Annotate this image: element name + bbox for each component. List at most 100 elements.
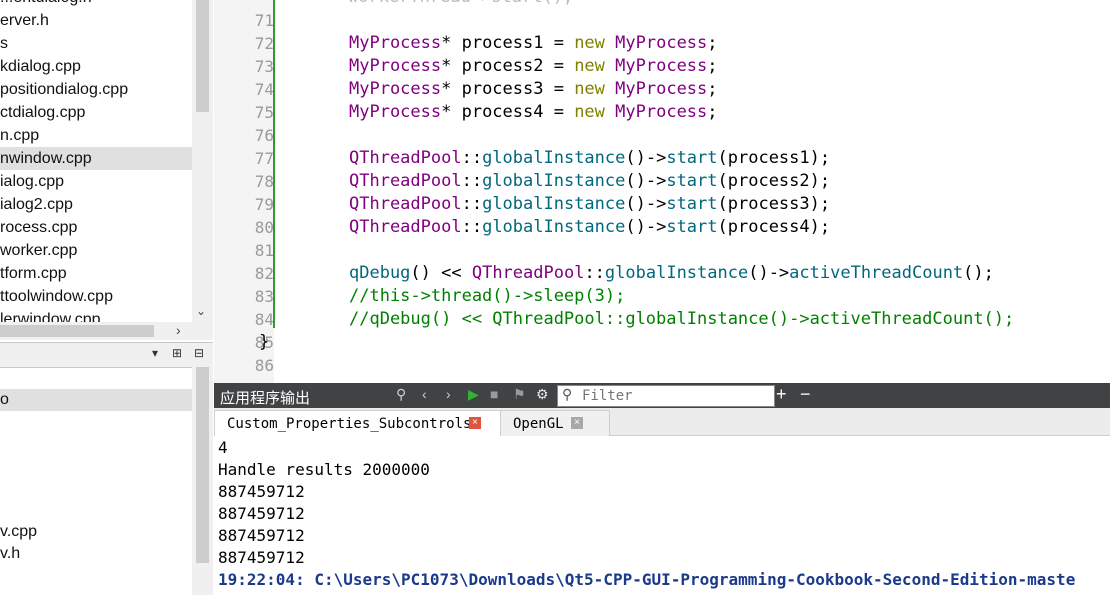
open-documents-scrollbar[interactable] [192, 367, 213, 595]
line-number: 83 [254, 287, 274, 306]
project-tree-horizontal-scrollbar[interactable]: › [0, 322, 213, 340]
output-pane-toolbar: 应用程序输出 ⚲ ‹ › ▶ ■ ⚑ ⚙ ⚲ + − [214, 383, 1110, 408]
scrollbar-thumb[interactable] [0, 325, 154, 337]
file-list-item[interactable]: v.h [0, 543, 192, 565]
code-line: MyProcess* process4 = new MyProcess; [349, 101, 718, 124]
file-list-item[interactable]: erver.h [0, 9, 192, 32]
code-token: activeThreadCount [789, 263, 964, 283]
line-number: 81 [254, 241, 274, 260]
code-token: QThreadPool [349, 148, 462, 168]
code-token: globalInstance [604, 263, 749, 283]
code-token: globalInstance [482, 148, 626, 168]
output-filter[interactable]: ⚲ [557, 385, 775, 407]
file-list-item[interactable]: ialog2.cpp [0, 193, 192, 216]
file-list-item[interactable]: lerwindow.cpp [0, 308, 192, 322]
tab-custom-properties-subcontrols[interactable]: Custom_Properties_Subcontrols × [214, 410, 502, 436]
filter-input[interactable] [580, 386, 774, 406]
code-token: QThreadPool [349, 171, 462, 191]
code-token: new [574, 79, 605, 99]
gear-icon[interactable]: ⚙ [536, 386, 549, 403]
file-list-item[interactable] [0, 411, 192, 433]
line-number: 71 [254, 11, 274, 30]
code-token: MyProcess [615, 56, 708, 76]
output-tab-bar: Custom_Properties_Subcontrols × OpenGL × [214, 408, 1110, 436]
code-token: globalInstance [482, 171, 626, 191]
code-token: * process2 = [441, 56, 575, 76]
file-list-item[interactable]: tform.cpp [0, 262, 192, 285]
project-tree-pane: ...entdialog.herver.hskdialog.cpppositio… [0, 0, 213, 595]
file-list-item[interactable]: n.cpp [0, 124, 192, 147]
split-icon[interactable]: ⊞ [172, 346, 182, 360]
scrollbar-thumb[interactable] [196, 367, 209, 563]
code-token: () << [410, 263, 472, 283]
scrollbar-thumb[interactable] [196, 0, 209, 112]
code-token: MyProcess [615, 102, 708, 122]
chevron-down-icon[interactable]: ⌄ [196, 304, 206, 318]
close-icon[interactable]: × [469, 417, 481, 429]
file-list-item[interactable]: rocess.cpp [0, 216, 192, 239]
file-list-item[interactable]: o [0, 389, 192, 411]
code-line: MyProcess* process2 = new MyProcess; [349, 55, 718, 78]
file-list-item[interactable]: positiondialog.cpp [0, 78, 192, 101]
file-list-item[interactable] [0, 367, 192, 389]
project-tree-vertical-scrollbar[interactable]: ⌄ [192, 0, 213, 322]
next-icon[interactable]: › [446, 386, 451, 402]
code-token: ()-> [625, 148, 667, 168]
run-icon[interactable]: ▶ [468, 386, 479, 403]
line-number: 80 [254, 218, 274, 237]
output-pane-title: 应用程序输出 [220, 390, 311, 407]
plus-icon[interactable]: + [776, 384, 787, 405]
code-token: QThreadPool [349, 217, 462, 237]
file-list-item[interactable] [0, 499, 192, 521]
line-number: 76 [254, 126, 274, 145]
attach-debugger-icon[interactable]: ⚑ [513, 386, 526, 403]
code-token: globalInstance [482, 217, 626, 237]
file-list-item[interactable] [0, 433, 192, 455]
clean-icon[interactable]: ⚲ [396, 386, 406, 403]
code-line: //this->thread()->sleep(3); [349, 285, 625, 308]
chevron-right-icon[interactable]: › [176, 322, 181, 338]
minus-icon[interactable]: − [800, 384, 811, 405]
dropdown-arrow-icon[interactable]: ▾ [152, 346, 158, 360]
code-token: start [666, 171, 718, 191]
code-token: * process1 = [441, 33, 575, 53]
stop-icon[interactable]: ■ [490, 386, 498, 402]
code-token: ()-> [625, 194, 667, 214]
code-token: ; [707, 102, 718, 122]
file-list-item[interactable]: v.cpp [0, 521, 192, 543]
file-list-item[interactable] [0, 455, 192, 477]
output-line: 887459712 [218, 548, 305, 567]
code-token: start [666, 148, 718, 168]
line-number: 78 [254, 172, 274, 191]
code-token: (process1); [717, 148, 831, 168]
file-list-item[interactable]: worker.cpp [0, 239, 192, 262]
code-token: start [666, 194, 718, 214]
file-list-item[interactable]: nwindow.cpp [0, 147, 192, 170]
output-line: 4 [218, 438, 228, 457]
open-documents-list: o v.cpp v.h [0, 367, 192, 595]
file-list-item[interactable]: ctdialog.cpp [0, 101, 192, 124]
file-list-item[interactable] [0, 477, 192, 499]
code-token: ; [707, 33, 718, 53]
file-list-item[interactable]: s [0, 32, 192, 55]
previous-icon[interactable]: ‹ [422, 386, 427, 402]
line-number: 82 [254, 264, 274, 283]
close-pane-icon[interactable]: ⊟ [194, 346, 204, 360]
code-token: * process3 = [441, 79, 575, 99]
code-line: qDebug() << QThreadPool::globalInstance(… [349, 262, 994, 285]
code-token: MyProcess [349, 102, 442, 122]
code-line: QThreadPool::globalInstance()->start(pro… [349, 170, 830, 193]
code-editor[interactable]: 71 72 73 74 75 76 77 78 79 80 81 82 83 84 85 86 MyProce… [214, 0, 1110, 383]
close-icon[interactable]: × [571, 417, 583, 429]
file-list-item[interactable]: kdialog.cpp [0, 55, 192, 78]
code-token: new [574, 56, 605, 76]
code-token: (process3); [717, 194, 831, 214]
file-list-item[interactable]: ialog.cpp [0, 170, 192, 193]
line-number-gutter: 71 72 73 74 75 76 77 78 79 80 81 82 83 84 85 86 [214, 0, 274, 383]
file-list-item[interactable]: ...entdialog.h [0, 0, 192, 9]
file-list-item[interactable]: ttoolwindow.cpp [0, 285, 192, 308]
application-output-text[interactable]: 4 Handle results 2000000 887459712 88745971… [214, 436, 1110, 595]
tab-opengl[interactable]: OpenGL × [500, 410, 610, 436]
code-token: :: [584, 263, 605, 283]
